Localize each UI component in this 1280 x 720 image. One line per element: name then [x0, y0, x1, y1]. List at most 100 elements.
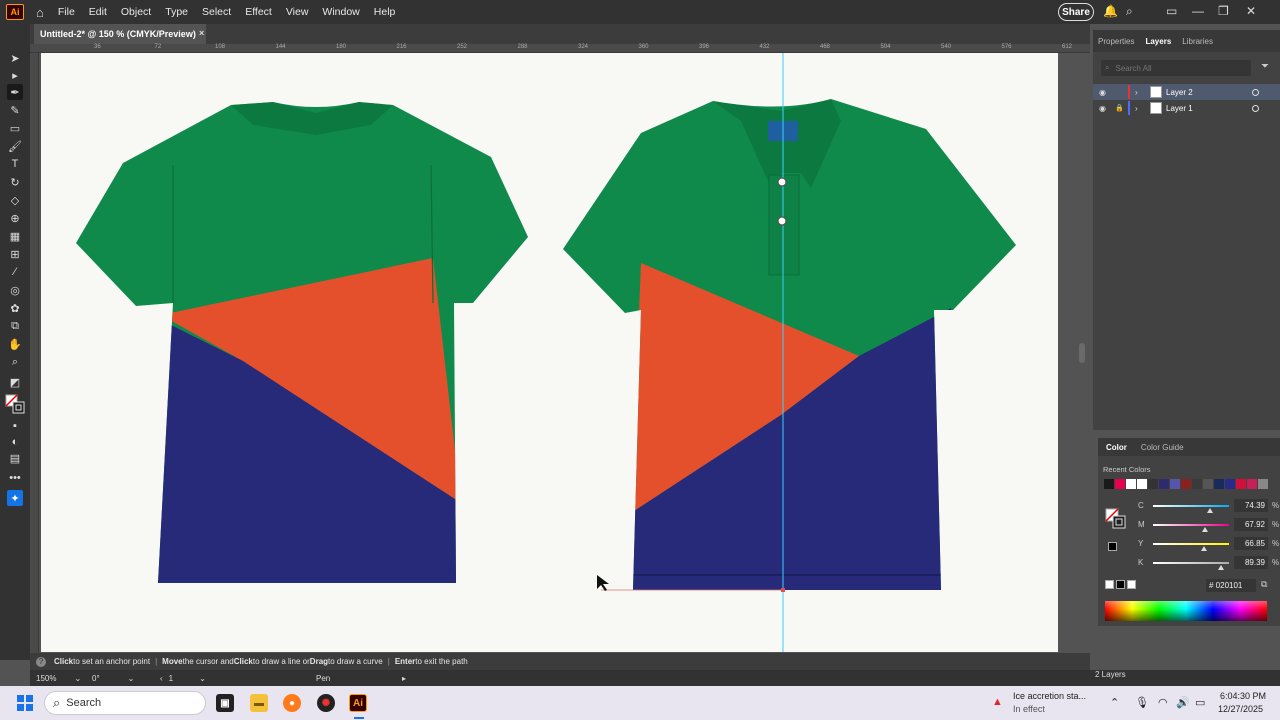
notification-title[interactable]: Ice accretion sta... — [1013, 691, 1086, 701]
prev-artboard-icon[interactable]: ‹ — [160, 674, 163, 683]
status-play-icon[interactable]: ▸ — [402, 672, 406, 684]
magenta-slider[interactable]: M 67.92 % — [1138, 518, 1279, 532]
none-swatch[interactable] — [1105, 580, 1114, 589]
lock-icon[interactable]: 🔒 — [1115, 104, 1124, 112]
anchor-point[interactable] — [777, 177, 787, 187]
notification-bell-icon[interactable]: 🔔 — [1103, 4, 1118, 18]
tab-color-guide[interactable]: Color Guide — [1141, 443, 1184, 452]
shirt-front-artwork[interactable] — [541, 53, 1058, 652]
copy-hex-icon[interactable]: ⧉ — [1261, 579, 1267, 590]
help-icon[interactable]: ? — [36, 656, 46, 667]
document-tab[interactable]: Untitled-2* @ 150 % (CMYK/Preview) × — [34, 24, 206, 44]
black-swatch[interactable] — [1116, 580, 1125, 589]
tab-libraries[interactable]: Libraries — [1182, 37, 1213, 46]
recent-color-swatch[interactable] — [1104, 479, 1114, 489]
slider-thumb[interactable] — [1206, 508, 1213, 513]
blend-tool-icon[interactable]: ◎ — [7, 282, 23, 298]
visibility-eye-icon[interactable]: ◉ — [1099, 88, 1106, 97]
artboard-navigator[interactable]: ‹ 1 ⌄ — [160, 672, 206, 684]
slider-track[interactable] — [1153, 562, 1229, 564]
task-view-icon[interactable]: ▣ — [216, 694, 234, 712]
recent-color-swatch[interactable] — [1170, 479, 1180, 489]
artwork-canvas[interactable] — [41, 53, 1058, 652]
layers-search-input[interactable] — [1115, 63, 1236, 73]
slider-track[interactable] — [1153, 524, 1229, 526]
recent-color-swatch[interactable] — [1159, 479, 1169, 489]
wifi-icon[interactable]: ◠ — [1158, 696, 1168, 709]
volume-icon[interactable]: 🔊 — [1176, 696, 1190, 709]
battery-icon[interactable]: ▭ — [1195, 696, 1205, 709]
layer-name[interactable]: Layer 1 — [1166, 104, 1193, 113]
hex-input[interactable]: # 020101 — [1206, 579, 1256, 592]
curvature-tool-icon[interactable]: ✎ — [7, 102, 23, 118]
expand-arrow-icon[interactable]: › — [1135, 88, 1138, 97]
layer-row-layer-1[interactable]: ◉ 🔒 › Layer 1 — [1093, 100, 1280, 116]
slider-value[interactable]: 66.85 — [1234, 537, 1268, 550]
vertical-ruler[interactable] — [30, 53, 39, 653]
rotate-tool-icon[interactable]: ↻ — [7, 174, 23, 190]
paintbrush-tool-icon[interactable]: 🖌 — [7, 138, 23, 154]
pen-tool-icon[interactable]: ✒ — [7, 84, 23, 100]
minimize-icon[interactable]: — — [1192, 4, 1204, 18]
microphone-icon[interactable]: 🎙 — [1135, 696, 1149, 709]
layer-target-icon[interactable] — [1252, 104, 1259, 112]
visibility-eye-icon[interactable]: ◉ — [1099, 104, 1106, 113]
selection-tool-icon[interactable]: ➤ — [7, 50, 23, 66]
canvas-vertical-scrollbar[interactable] — [1075, 53, 1089, 663]
symbol-sprayer-tool-icon[interactable]: ✿ — [7, 300, 23, 316]
recent-color-swatch[interactable] — [1236, 479, 1246, 489]
recent-color-swatch[interactable] — [1225, 479, 1235, 489]
workspace-icon[interactable]: ▭ — [1166, 4, 1177, 18]
restore-icon[interactable]: ❐ — [1218, 4, 1229, 18]
slider-value[interactable]: 67.92 — [1234, 518, 1268, 531]
fill-stroke-mini-icon[interactable] — [1105, 508, 1127, 533]
recent-color-swatch[interactable] — [1181, 479, 1191, 489]
layers-search-box[interactable]: ⌕ — [1101, 60, 1251, 76]
slider-value[interactable]: 89.39 — [1234, 556, 1268, 569]
menu-effect[interactable]: Effect — [245, 6, 272, 18]
recent-color-swatch[interactable] — [1192, 479, 1202, 489]
recent-color-swatch[interactable] — [1203, 479, 1213, 489]
horizontal-ruler[interactable]: 36 72 108 144 180 216 252 288 324 360 396 432 468 504… — [30, 44, 1090, 53]
expand-arrow-icon[interactable]: › — [1135, 104, 1138, 113]
artboard-tool-icon[interactable]: ⧉ — [7, 318, 23, 334]
recent-color-swatch[interactable] — [1148, 479, 1158, 489]
windows-start-icon[interactable] — [17, 695, 33, 711]
recent-color-swatch[interactable] — [1115, 479, 1125, 489]
file-explorer-icon[interactable]: ▬ — [250, 694, 268, 712]
close-icon[interactable]: ✕ — [1246, 4, 1256, 18]
tab-close-icon[interactable]: × — [199, 28, 204, 38]
type-tool-icon[interactable]: T — [7, 156, 23, 172]
layer-target-icon[interactable] — [1252, 88, 1259, 96]
eraser-tool-icon[interactable]: ◇ — [7, 192, 23, 208]
tab-color[interactable]: Color — [1106, 443, 1127, 452]
rotation-select[interactable]: 0° ⌄ — [92, 672, 134, 684]
tab-properties[interactable]: Properties — [1098, 37, 1134, 46]
menu-view[interactable]: View — [286, 6, 309, 18]
shirt-back-artwork[interactable] — [41, 53, 541, 652]
anchor-point[interactable] — [777, 216, 787, 226]
zoom-tool-icon[interactable]: ⌕ — [7, 354, 23, 370]
menu-file[interactable]: File — [58, 6, 75, 18]
taskbar-search[interactable]: ⌕ Search — [44, 691, 206, 715]
recent-color-swatch[interactable] — [1247, 479, 1257, 489]
recent-color-swatch[interactable] — [1126, 479, 1136, 489]
home-icon[interactable]: ⌂ — [36, 5, 44, 20]
generative-tool-icon[interactable]: ✦ — [7, 490, 23, 506]
current-color-swatch[interactable] — [1108, 542, 1117, 551]
zoom-select[interactable]: 150% ⌄ — [36, 672, 81, 684]
eyedropper-tool-icon[interactable]: ⁄ — [7, 264, 23, 280]
layer-name[interactable]: Layer 2 — [1166, 88, 1193, 97]
search-icon[interactable]: ⌕ — [1126, 4, 1133, 19]
menu-edit[interactable]: Edit — [89, 6, 107, 18]
gradient-tool-icon[interactable]: ▦ — [7, 228, 23, 244]
mesh-tool-icon[interactable]: ⊞ — [7, 246, 23, 262]
layer-row-layer-2[interactable]: ◉ › Layer 2 — [1093, 84, 1280, 100]
slider-thumb[interactable] — [1201, 527, 1208, 532]
clock-date[interactable]: 12/27/2025 — [1218, 704, 1263, 714]
cyan-slider[interactable]: C 74.39 % — [1138, 499, 1279, 513]
scrollbar-thumb[interactable] — [1079, 343, 1085, 363]
slider-thumb[interactable] — [1200, 546, 1207, 551]
menu-select[interactable]: Select — [202, 6, 231, 18]
recent-color-swatch[interactable] — [1137, 479, 1147, 489]
